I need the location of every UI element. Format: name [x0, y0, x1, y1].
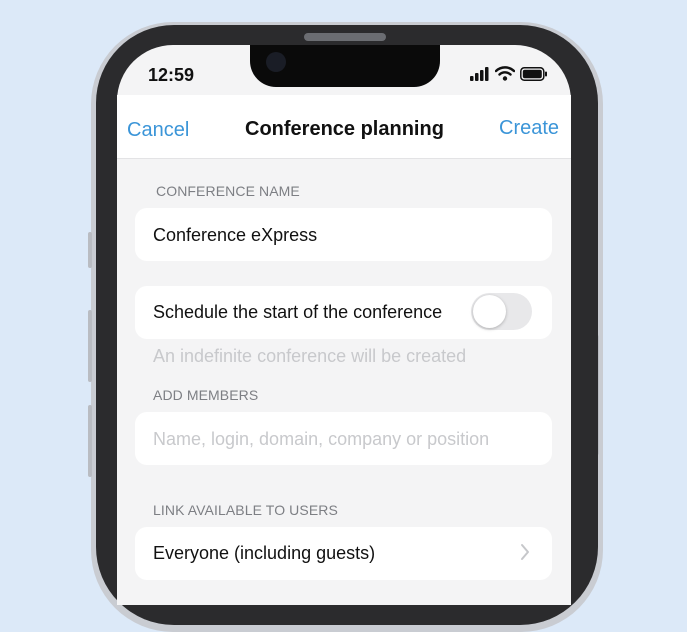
battery-icon: [520, 66, 547, 81]
link-availability-value: Everyone (including guests): [153, 543, 376, 563]
volume-down-button: [88, 405, 92, 477]
conference-name-value[interactable]: Conference eXpress: [153, 225, 317, 246]
link-availability-section-label: LINK AVAILABLE TO USERS: [153, 502, 338, 518]
chevron-right-icon: [521, 544, 529, 560]
add-members-section-label: ADD MEMBERS: [153, 387, 259, 403]
cancel-button[interactable]: Cancel: [127, 119, 189, 142]
status-icons: [470, 66, 548, 81]
add-members-placeholder[interactable]: Name, login, domain, company or position: [153, 429, 489, 450]
create-button[interactable]: Create: [499, 117, 559, 140]
toggle-knob: [473, 295, 506, 328]
schedule-hint: An indefinite conference will be created: [153, 346, 467, 366]
conference-name-section-label: CONFERENCE NAME: [156, 183, 300, 199]
front-camera: [266, 52, 286, 72]
cellular-signal-icon: [470, 66, 489, 81]
volume-up-button: [88, 310, 92, 382]
page-title: Conference planning: [245, 118, 444, 140]
status-time: 12:59: [148, 65, 195, 85]
wifi-icon: [495, 66, 515, 81]
mute-switch: [88, 232, 92, 268]
schedule-start-label: Schedule the start of the conference: [153, 302, 443, 322]
schedule-start-toggle[interactable]: [471, 293, 532, 330]
speaker-grille: [304, 33, 386, 41]
